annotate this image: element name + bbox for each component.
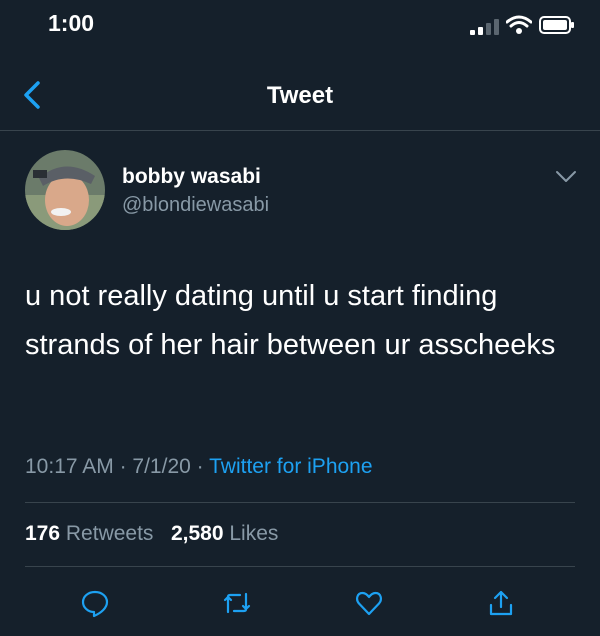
retweets-count: 176	[25, 522, 61, 545]
like-icon[interactable]	[354, 588, 384, 618]
page-title: Tweet	[266, 82, 334, 109]
author-name[interactable]: bobby wasabi	[122, 165, 261, 189]
status-bar: 1:00	[0, 0, 600, 52]
likes-count: 2,580	[170, 522, 224, 545]
meta-separator: ·	[196, 455, 204, 478]
battery-icon	[539, 16, 574, 34]
meta-separator: ·	[119, 455, 127, 478]
avatar-image	[25, 150, 105, 230]
cellular-signal-icon	[470, 19, 499, 35]
share-icon[interactable]	[486, 588, 516, 618]
divider	[25, 502, 575, 503]
nav-bar: Tweet	[0, 60, 600, 131]
chevron-down-icon[interactable]	[555, 170, 577, 184]
likes-stat[interactable]: 2,580 Likes	[171, 522, 278, 545]
author-handle[interactable]: @blondiewasabi	[122, 194, 269, 217]
reply-icon[interactable]	[80, 588, 110, 618]
likes-label: Likes	[229, 522, 279, 545]
tweet-source-link[interactable]: Twitter for iPhone	[209, 455, 372, 478]
tweet-date: 7/1/20	[132, 455, 191, 478]
tweet-text: u not really dating until u start findin…	[25, 280, 556, 361]
tweet-meta: 10:17 AM · 7/1/20 · Twitter for iPhone	[25, 455, 373, 479]
wifi-icon	[506, 15, 532, 34]
status-time: 1:00	[48, 10, 95, 36]
retweets-stat[interactable]: 176 Retweets	[25, 522, 153, 545]
retweet-icon[interactable]	[222, 588, 252, 618]
tweet-stats: 176 Retweets 2,580 Likes	[25, 522, 278, 546]
tweet-time: 10:17 AM	[25, 455, 114, 478]
avatar[interactable]	[25, 150, 105, 230]
divider	[25, 566, 575, 567]
retweets-label: Retweets	[65, 522, 154, 545]
